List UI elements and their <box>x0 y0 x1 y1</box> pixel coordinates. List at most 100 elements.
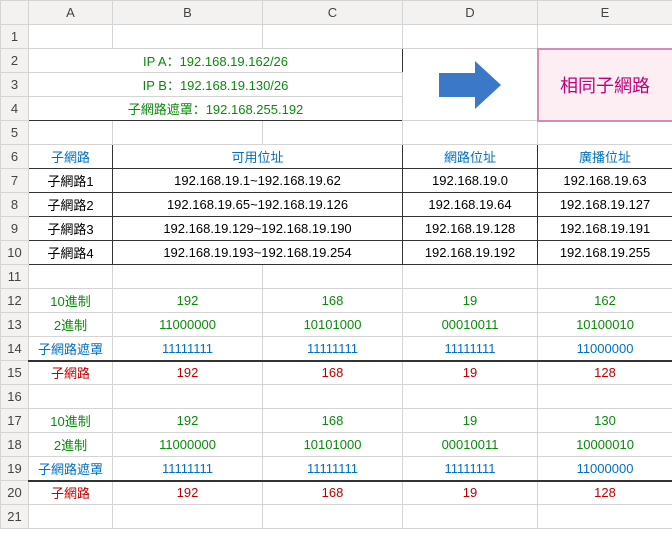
ip-b[interactable]: IP B：192.168.19.130/26 <box>29 73 403 97</box>
cell[interactable] <box>403 121 538 145</box>
subnet-name[interactable]: 子網路4 <box>29 241 113 265</box>
hdr-broadcast[interactable]: 廣播位址 <box>538 145 672 169</box>
subnet-net[interactable]: 192.168.19.64 <box>403 193 538 217</box>
cell[interactable] <box>113 265 263 289</box>
calcB-subnet[interactable]: 128 <box>538 481 672 505</box>
col-A[interactable]: A <box>29 1 113 25</box>
calcA-mask[interactable]: 11111111 <box>403 337 538 361</box>
row-12[interactable]: 12 <box>1 289 29 313</box>
row-18[interactable]: 18 <box>1 433 29 457</box>
calcA-bin[interactable]: 10100010 <box>538 313 672 337</box>
subnet-name[interactable]: 子網路2 <box>29 193 113 217</box>
row-6[interactable]: 6 <box>1 145 29 169</box>
corner-cell[interactable] <box>1 1 29 25</box>
subnet-range[interactable]: 192.168.19.65~192.168.19.126 <box>113 193 403 217</box>
calcA-subnet[interactable]: 168 <box>263 361 403 385</box>
calcA-bin[interactable]: 11000000 <box>113 313 263 337</box>
calcB-mask[interactable]: 11000000 <box>538 457 672 481</box>
cell[interactable] <box>263 121 403 145</box>
label-bin[interactable]: 2進制 <box>29 433 113 457</box>
subnet-net[interactable]: 192.168.19.128 <box>403 217 538 241</box>
hdr-subnet[interactable]: 子網路 <box>29 145 113 169</box>
calcA-mask[interactable]: 11111111 <box>263 337 403 361</box>
cell[interactable] <box>403 385 538 409</box>
row-13[interactable]: 13 <box>1 313 29 337</box>
calcB-bin[interactable]: 11000000 <box>113 433 263 457</box>
calcA-dec[interactable]: 192 <box>113 289 263 313</box>
label-subnet[interactable]: 子網路 <box>29 481 113 505</box>
subnet-bcast[interactable]: 192.168.19.63 <box>538 169 672 193</box>
calcA-subnet[interactable]: 192 <box>113 361 263 385</box>
calcA-bin[interactable]: 10101000 <box>263 313 403 337</box>
cell[interactable] <box>538 25 672 49</box>
row-21[interactable]: 21 <box>1 505 29 529</box>
hdr-usable[interactable]: 可用位址 <box>113 145 403 169</box>
cell[interactable] <box>538 505 672 529</box>
label-dec[interactable]: 10進制 <box>29 409 113 433</box>
calcA-bin[interactable]: 00010011 <box>403 313 538 337</box>
row-9[interactable]: 9 <box>1 217 29 241</box>
cell[interactable] <box>403 25 538 49</box>
label-bin[interactable]: 2進制 <box>29 313 113 337</box>
row-14[interactable]: 14 <box>1 337 29 361</box>
calcB-dec[interactable]: 19 <box>403 409 538 433</box>
cell[interactable] <box>263 25 403 49</box>
row-7[interactable]: 7 <box>1 169 29 193</box>
row-2[interactable]: 2 <box>1 49 29 73</box>
cell[interactable] <box>263 385 403 409</box>
cell[interactable] <box>263 265 403 289</box>
subnet-net[interactable]: 192.168.19.192 <box>403 241 538 265</box>
col-D[interactable]: D <box>403 1 538 25</box>
cell[interactable] <box>29 121 113 145</box>
label-subnet[interactable]: 子網路 <box>29 361 113 385</box>
cell[interactable] <box>113 25 263 49</box>
cell[interactable] <box>29 265 113 289</box>
cell[interactable] <box>29 25 113 49</box>
calcA-dec[interactable]: 162 <box>538 289 672 313</box>
calcB-subnet[interactable]: 192 <box>113 481 263 505</box>
cell[interactable] <box>113 121 263 145</box>
calcB-bin[interactable]: 10000010 <box>538 433 672 457</box>
cell[interactable] <box>538 265 672 289</box>
row-5[interactable]: 5 <box>1 121 29 145</box>
col-B[interactable]: B <box>113 1 263 25</box>
cell[interactable] <box>538 121 672 145</box>
subnet-name[interactable]: 子網路3 <box>29 217 113 241</box>
calcA-subnet[interactable]: 128 <box>538 361 672 385</box>
cell[interactable] <box>403 265 538 289</box>
col-C[interactable]: C <box>263 1 403 25</box>
cell[interactable] <box>538 385 672 409</box>
row-15[interactable]: 15 <box>1 361 29 385</box>
calcB-dec[interactable]: 168 <box>263 409 403 433</box>
row-1[interactable]: 1 <box>1 25 29 49</box>
row-11[interactable]: 11 <box>1 265 29 289</box>
row-17[interactable]: 17 <box>1 409 29 433</box>
label-mask[interactable]: 子網路遮罩 <box>29 457 113 481</box>
cell[interactable] <box>29 385 113 409</box>
subnet-range[interactable]: 192.168.19.193~192.168.19.254 <box>113 241 403 265</box>
arrow-cell[interactable] <box>403 49 538 121</box>
subnet-range[interactable]: 192.168.19.129~192.168.19.190 <box>113 217 403 241</box>
calcA-dec[interactable]: 19 <box>403 289 538 313</box>
subnet-net[interactable]: 192.168.19.0 <box>403 169 538 193</box>
label-dec[interactable]: 10進制 <box>29 289 113 313</box>
calcA-dec[interactable]: 168 <box>263 289 403 313</box>
row-8[interactable]: 8 <box>1 193 29 217</box>
calcA-mask[interactable]: 11000000 <box>538 337 672 361</box>
calcB-subnet[interactable]: 19 <box>403 481 538 505</box>
row-16[interactable]: 16 <box>1 385 29 409</box>
subnet-bcast[interactable]: 192.168.19.255 <box>538 241 672 265</box>
calcB-subnet[interactable]: 168 <box>263 481 403 505</box>
subnet-range[interactable]: 192.168.19.1~192.168.19.62 <box>113 169 403 193</box>
calcB-dec[interactable]: 130 <box>538 409 672 433</box>
calcA-mask[interactable]: 11111111 <box>113 337 263 361</box>
cell[interactable] <box>263 505 403 529</box>
cell[interactable] <box>113 385 263 409</box>
label-mask[interactable]: 子網路遮罩 <box>29 337 113 361</box>
row-3[interactable]: 3 <box>1 73 29 97</box>
calcB-dec[interactable]: 192 <box>113 409 263 433</box>
cell[interactable] <box>113 505 263 529</box>
calcB-mask[interactable]: 11111111 <box>403 457 538 481</box>
subnet-mask[interactable]: 子網路遮罩：192.168.255.192 <box>29 97 403 121</box>
subnet-name[interactable]: 子網路1 <box>29 169 113 193</box>
